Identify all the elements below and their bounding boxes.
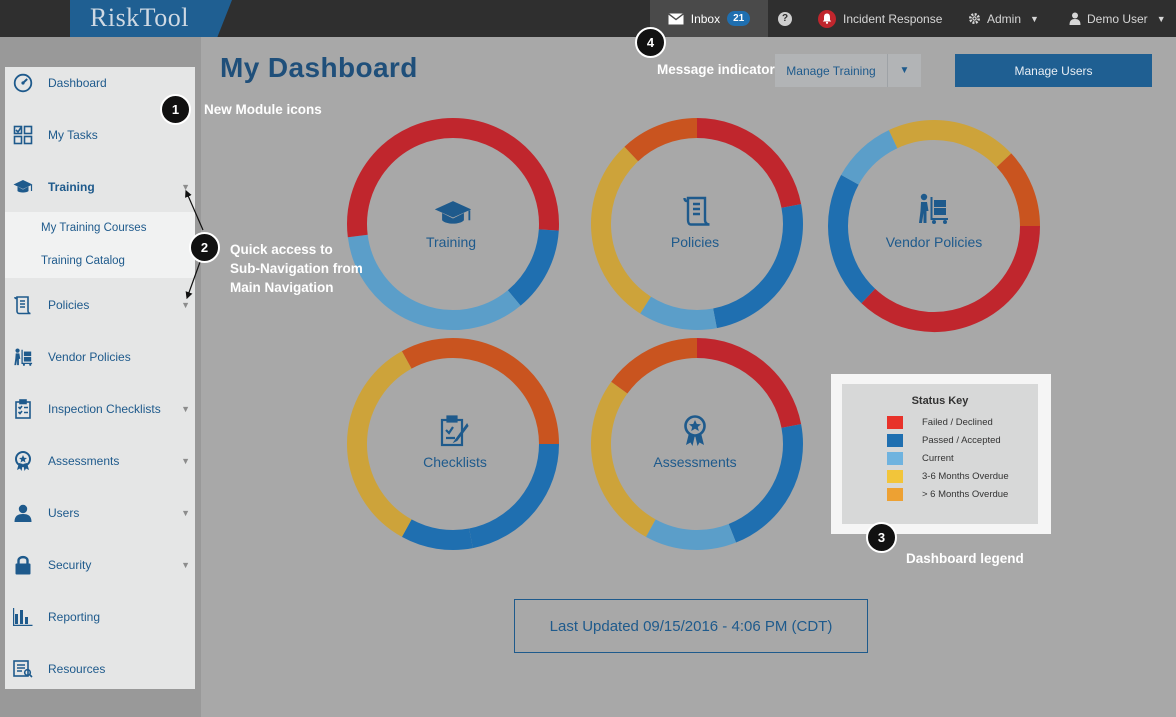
callout-3-text: Dashboard legend [906, 551, 1024, 566]
callout-1-badge: 1 [160, 94, 191, 125]
callout-4-badge: 4 [635, 27, 666, 58]
arrow-to-training-caret [185, 189, 204, 231]
callout-2-line-3: Main Navigation [230, 280, 334, 295]
callout-2-text: Quick access to Sub-Navigation from Main… [230, 240, 363, 297]
callout-1-text: New Module icons [204, 102, 322, 117]
callout-2-line-2: Sub-Navigation from [230, 261, 363, 276]
callout-3-badge: 3 [866, 522, 897, 553]
callout-2-line-1: Quick access to [230, 242, 333, 257]
callout-4-text: Message indicator [657, 62, 775, 77]
callout-2-badge: 2 [189, 232, 220, 263]
arrow-to-policies-caret [185, 261, 201, 300]
